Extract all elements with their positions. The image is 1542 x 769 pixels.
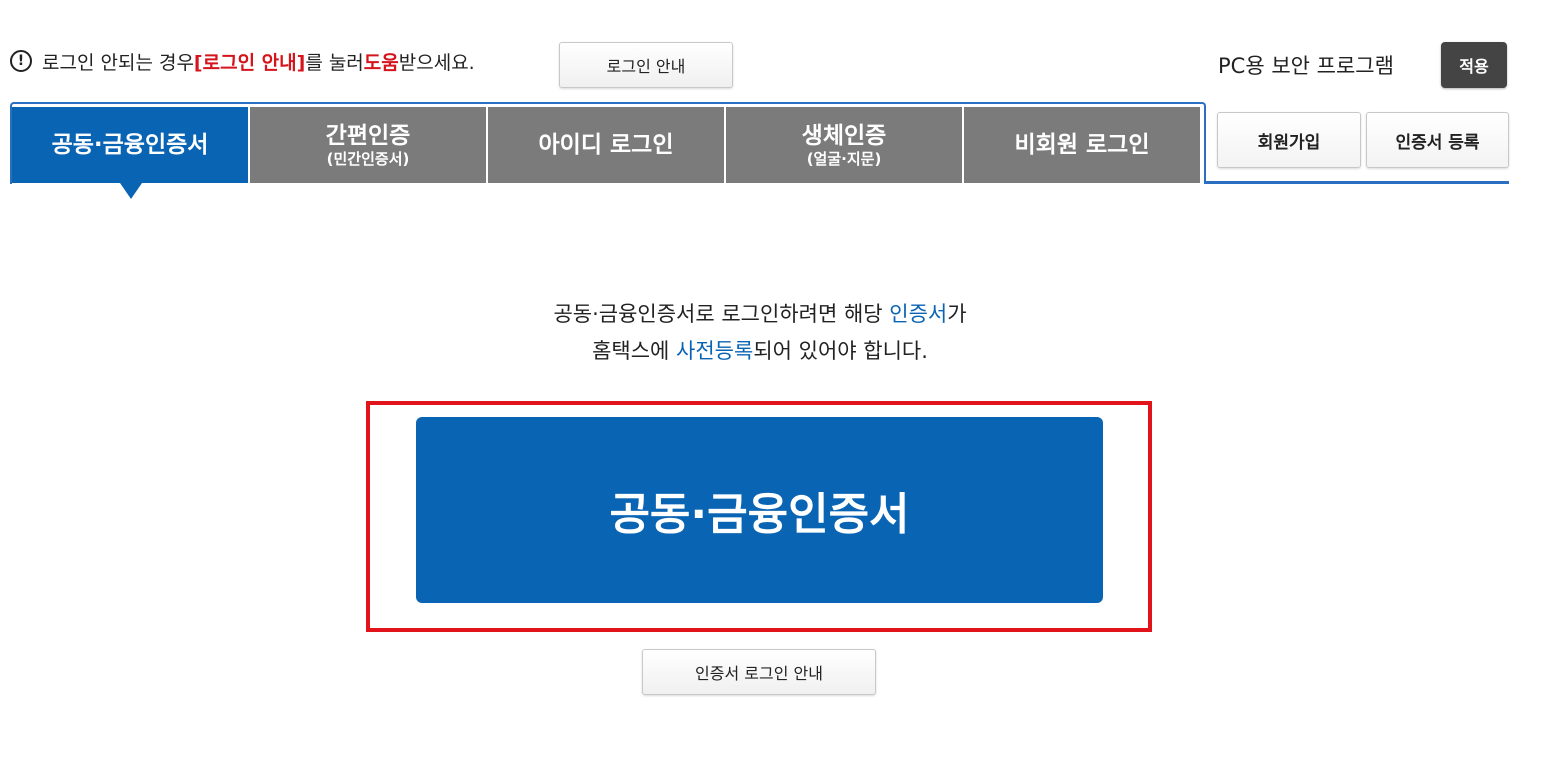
info-line-2: 홈택스에 사전등록되어 있어야 합니다. [0, 333, 1520, 370]
notice-text-2: 를 눌러 [305, 51, 364, 74]
notice-highlight-help: 도움 [363, 51, 399, 74]
notice-text-1: 로그인 안되는 경우 [42, 51, 194, 74]
tab-label: 공동·금융인증서 [51, 132, 209, 158]
active-tab-pointer [120, 183, 142, 199]
apply-security-button[interactable]: 적용 [1441, 42, 1507, 88]
notice-highlight-login-guide: [로그인 안내] [193, 51, 306, 74]
cert-register-button[interactable]: 인증서 등록 [1366, 112, 1509, 168]
tab-underline [1204, 181, 1509, 184]
tab-label: 간편인증 [325, 123, 411, 149]
info-highlight-certificate: 인증서 [889, 302, 948, 326]
info-text: 가 [947, 302, 967, 326]
tab-biometric-auth[interactable]: 생체인증 (얼굴·지문) [726, 107, 962, 183]
tab-sublabel: (얼굴·지문) [806, 150, 882, 168]
joint-financial-certificate-login-button[interactable]: 공동·금융인증서 [416, 417, 1103, 603]
security-program-label: PC용 보안 프로그램 [1218, 54, 1394, 78]
tab-id-login[interactable]: 아이디 로그인 [488, 107, 724, 183]
signup-button[interactable]: 회원가입 [1217, 112, 1361, 168]
info-line-1: 공동·금융인증서로 로그인하려면 해당 인증서가 [0, 296, 1520, 333]
cert-login-guide-button[interactable]: 인증서 로그인 안내 [642, 649, 876, 695]
tab-sublabel: (민간인증서) [326, 150, 410, 168]
tab-label: 생체인증 [801, 123, 887, 149]
info-highlight-preregister: 사전등록 [676, 339, 754, 363]
notice-text-3: 받으세요. [398, 51, 475, 74]
info-text: 홈택스에 [592, 339, 677, 363]
exclamation-circle-icon: ! [10, 50, 32, 72]
tab-guest-login[interactable]: 비회원 로그인 [964, 107, 1200, 183]
login-help-notice: ! 로그인 안되는 경우 [로그인 안내] 를 눌러 도움 받으세요. [10, 46, 475, 76]
tab-joint-financial-certificate[interactable]: 공동·금융인증서 [12, 107, 248, 199]
info-text: 공동·금융인증서로 로그인하려면 해당 [553, 302, 890, 326]
tab-label: 아이디 로그인 [538, 132, 674, 158]
login-guide-button[interactable]: 로그인 안내 [559, 42, 733, 88]
tab-label: 비회원 로그인 [1014, 132, 1150, 158]
tab-simple-auth[interactable]: 간편인증 (민간인증서) [250, 107, 486, 183]
info-text: 되어 있어야 합니다. [753, 339, 928, 363]
certificate-info-text: 공동·금융인증서로 로그인하려면 해당 인증서가 홈택스에 사전등록되어 있어야… [0, 296, 1520, 370]
login-tabs: 공동·금융인증서 간편인증 (민간인증서) 아이디 로그인 생체인증 (얼굴·지… [12, 107, 1202, 199]
